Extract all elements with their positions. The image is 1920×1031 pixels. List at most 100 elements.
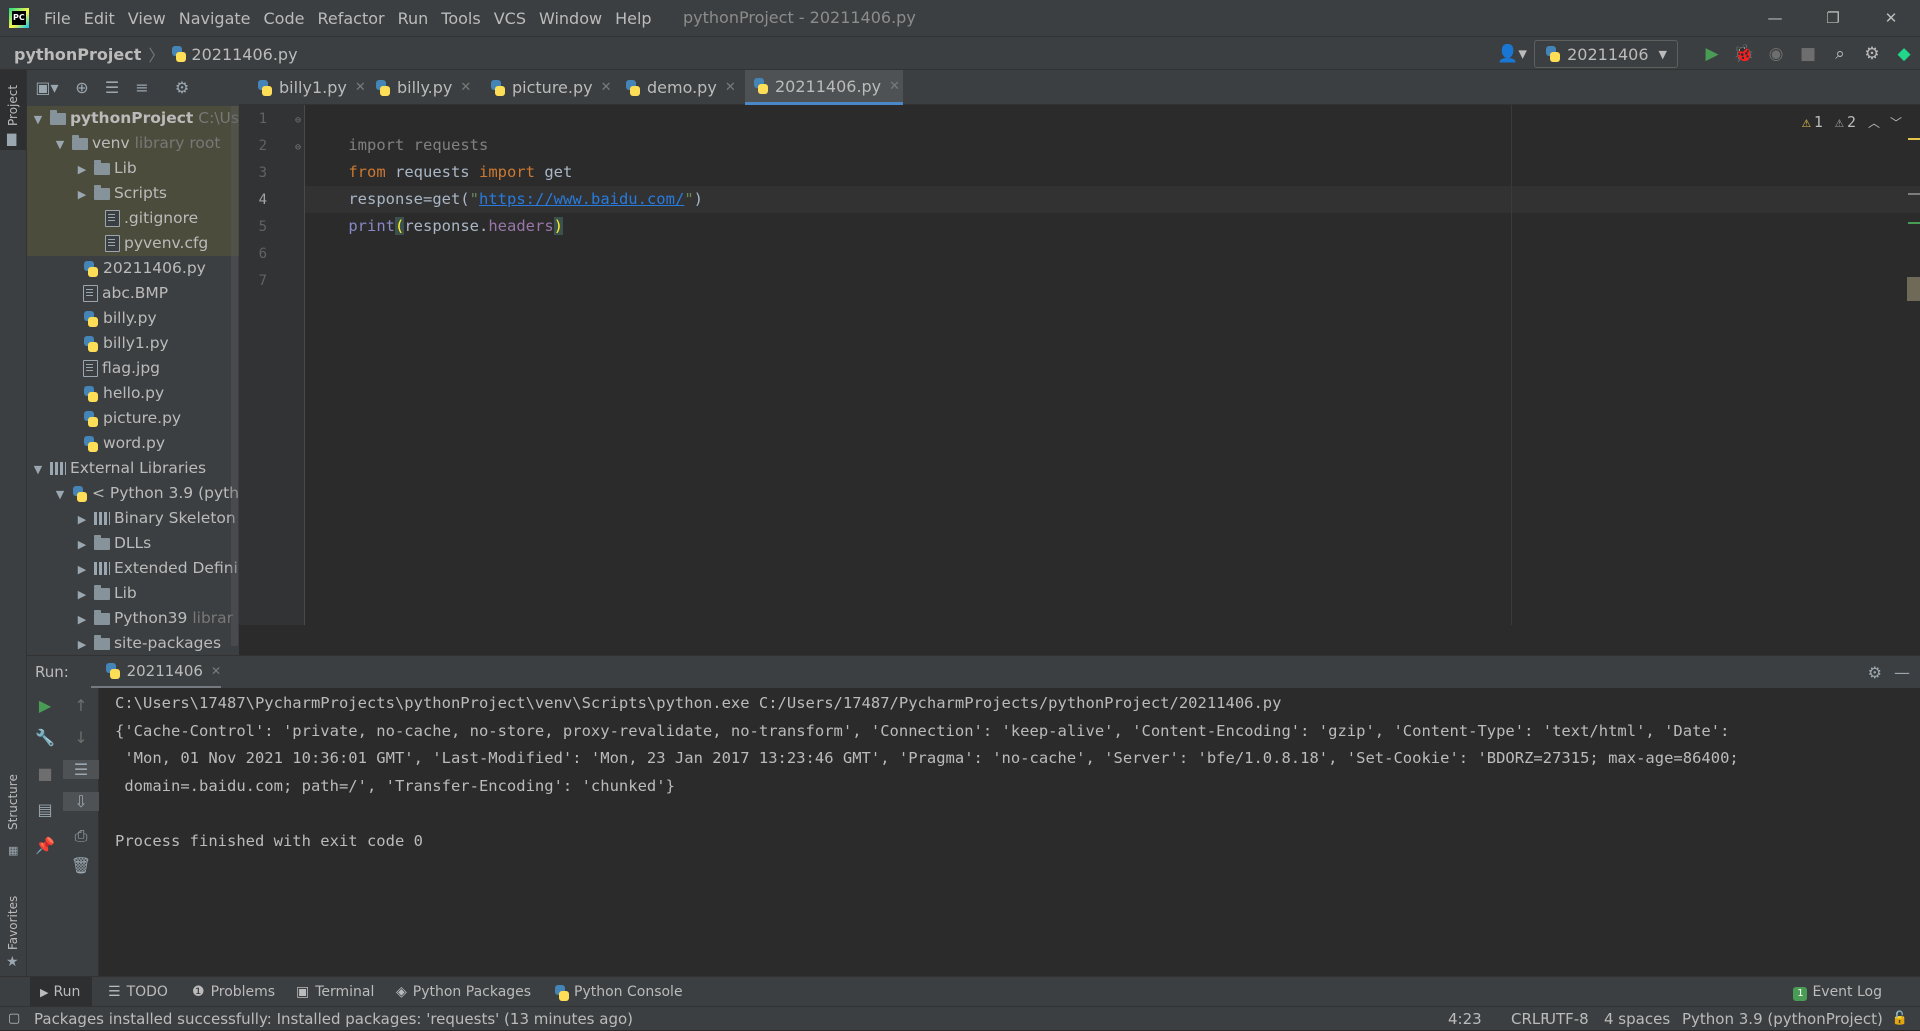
account-icon[interactable]: 👤▾ xyxy=(1490,44,1534,64)
menu-run[interactable]: Run xyxy=(398,9,429,28)
menu-view[interactable]: View xyxy=(128,9,166,28)
chevron-down-icon[interactable]: ▼ xyxy=(53,482,67,507)
lock-icon[interactable]: 🔓 xyxy=(1892,1007,1908,1031)
jetbrains-toolbox-icon[interactable]: ◆ xyxy=(1888,44,1920,64)
project-scrollbar[interactable] xyxy=(231,106,238,646)
menu-file[interactable]: File xyxy=(44,9,71,28)
favorites-tool-label[interactable]: Favorites xyxy=(6,896,20,950)
tree-node-extended-definitions[interactable]: ▶ Extended Defini xyxy=(27,556,239,581)
indent-setting[interactable]: 4 spaces xyxy=(1604,1007,1670,1031)
tab-20211406[interactable]: 20211406.py ✕ xyxy=(745,70,903,105)
options-gear-icon[interactable]: ⚙ xyxy=(167,78,197,97)
chevron-right-icon[interactable]: ▶ xyxy=(75,557,89,582)
menu-window[interactable]: Window xyxy=(539,9,602,28)
tree-node-site-packages[interactable]: ▶ site-packages xyxy=(27,631,239,655)
layout-icon[interactable]: ▤ xyxy=(27,800,63,819)
tree-node-lib[interactable]: ▶ Lib xyxy=(27,581,239,606)
tree-node-file[interactable]: hello.py xyxy=(27,381,239,406)
run-configuration-selector[interactable]: 20211406 ▼ xyxy=(1534,40,1678,68)
tree-node-file[interactable]: flag.jpg xyxy=(27,356,239,381)
breadcrumb-file[interactable]: 20211406.py xyxy=(191,45,297,64)
tree-node-file[interactable]: abc.BMP xyxy=(27,281,239,306)
run-console[interactable]: C:\Users\17487\PycharmProjects\pythonPro… xyxy=(27,688,1920,976)
project-tool-label[interactable]: Project xyxy=(6,85,20,126)
tree-node-file[interactable]: billy1.py xyxy=(27,331,239,356)
chevron-right-icon[interactable]: ▶ xyxy=(75,532,89,557)
menu-navigate[interactable]: Navigate xyxy=(179,9,251,28)
chevron-down-icon[interactable]: ﹀ xyxy=(1890,114,1902,131)
search-icon[interactable]: ⌕ xyxy=(1824,44,1856,64)
chevron-right-icon[interactable]: ▶ xyxy=(75,607,89,632)
chevron-down-icon[interactable]: ▼ xyxy=(31,107,45,132)
code-editor[interactable]: import requests from requests import get… xyxy=(305,105,1920,625)
collapse-all-icon[interactable]: ≡ xyxy=(127,78,157,97)
tree-node-external-libraries[interactable]: ▼ External Libraries xyxy=(27,456,239,481)
stop-icon[interactable]: ■ xyxy=(1792,44,1824,64)
expand-all-icon[interactable]: ☰ xyxy=(97,78,127,97)
tab-picture[interactable]: picture.py ✕ xyxy=(482,70,612,105)
tree-node-dlls[interactable]: ▶ DLLs xyxy=(27,531,239,556)
tab-billy1[interactable]: billy1.py ✕ xyxy=(249,70,366,105)
chevron-right-icon[interactable]: ▶ xyxy=(75,157,89,182)
debug-icon[interactable]: 🐞 xyxy=(1728,44,1760,64)
tree-node-python39-sdk[interactable]: ▼ < Python 3.9 (pyth xyxy=(27,481,239,506)
settings-gear-icon[interactable]: ⚙ xyxy=(1856,44,1888,64)
menu-refactor[interactable]: Refactor xyxy=(317,9,384,28)
menu-edit[interactable]: Edit xyxy=(84,9,115,28)
tool-button-todo[interactable]: ☰ TODO xyxy=(108,977,168,1007)
error-stripe-marker[interactable] xyxy=(1908,193,1920,195)
tree-node-python39[interactable]: ▶ Python39 librar xyxy=(27,606,239,631)
tool-button-problems[interactable]: ❶ Problems xyxy=(192,977,275,1007)
scroll-to-end-icon[interactable]: ⇩ xyxy=(63,792,99,811)
settings-gear-icon[interactable]: ⚙ xyxy=(1868,656,1882,689)
error-stripe-marker[interactable] xyxy=(1908,138,1920,140)
tree-node-file[interactable]: 20211406.py xyxy=(27,256,239,281)
close-tab-icon[interactable]: ✕ xyxy=(211,664,221,678)
fold-marker-icon[interactable]: ⊖ xyxy=(295,115,301,126)
fold-marker-icon[interactable]: ⊖ xyxy=(295,142,301,153)
rerun-icon[interactable]: ▶ xyxy=(27,696,63,715)
tree-node-project-root[interactable]: ▼ pythonProject C:\Us xyxy=(27,106,239,131)
restore-icon[interactable]: ❐ xyxy=(1804,0,1862,36)
print-icon[interactable]: ⎙ xyxy=(63,826,99,846)
run-icon[interactable]: ▶ xyxy=(1696,44,1728,64)
panel-toggle-icon[interactable]: ▢ xyxy=(8,1007,20,1031)
chevron-right-icon[interactable]: ▶ xyxy=(75,582,89,607)
stop-icon[interactable]: ■ xyxy=(27,764,63,783)
hide-panel-icon[interactable]: — xyxy=(1894,656,1910,689)
chevron-down-icon[interactable]: ▼ xyxy=(31,457,45,482)
tool-button-terminal[interactable]: ▣ Terminal xyxy=(296,977,374,1007)
run-tab[interactable]: 20211406 ✕ xyxy=(91,656,221,689)
wrench-icon[interactable]: 🔧 xyxy=(27,728,63,747)
tree-node-venv[interactable]: ▼ venv library root xyxy=(27,131,239,156)
close-tab-icon[interactable]: ✕ xyxy=(601,80,612,95)
tree-node-scripts[interactable]: ▶ Scripts xyxy=(27,181,239,206)
close-tab-icon[interactable]: ✕ xyxy=(725,80,736,95)
tree-node-file[interactable]: word.py xyxy=(27,431,239,456)
breadcrumb-project[interactable]: pythonProject xyxy=(14,45,141,64)
python-interpreter[interactable]: Python 3.9 (pythonProject) xyxy=(1682,1007,1883,1031)
coverage-icon[interactable]: ◉ xyxy=(1760,44,1792,64)
view-mode-icon[interactable]: ▣▾ xyxy=(27,78,67,97)
tree-node-pyvenv[interactable]: pyvenv.cfg xyxy=(27,231,239,256)
tab-billy[interactable]: billy.py ✕ xyxy=(367,70,471,105)
line-separator[interactable]: CRLF xyxy=(1511,1007,1549,1031)
close-tab-icon[interactable]: ✕ xyxy=(889,79,900,94)
tool-button-python-console[interactable]: Python Console xyxy=(554,977,683,1007)
chevron-up-icon[interactable]: ︿ xyxy=(1868,114,1880,131)
arrow-down-icon[interactable]: ↓ xyxy=(63,728,99,747)
trash-icon[interactable]: 🗑 xyxy=(63,856,99,875)
menu-vcs[interactable]: VCS xyxy=(494,9,526,28)
tree-node-gitignore[interactable]: .gitignore xyxy=(27,206,239,231)
tool-button-run[interactable]: ▶ Run xyxy=(30,977,92,1007)
status-message[interactable]: Packages installed successfully: Install… xyxy=(34,1007,633,1031)
error-stripe-marker[interactable] xyxy=(1908,222,1920,224)
file-encoding[interactable]: UTF-8 xyxy=(1545,1007,1589,1031)
menu-code[interactable]: Code xyxy=(264,9,305,28)
chevron-right-icon[interactable]: ▶ xyxy=(75,182,89,207)
tree-node-lib[interactable]: ▶ Lib xyxy=(27,156,239,181)
close-tab-icon[interactable]: ✕ xyxy=(355,80,366,95)
close-tab-icon[interactable]: ✕ xyxy=(460,80,471,95)
tool-button-python-packages[interactable]: ◈ Python Packages xyxy=(396,977,531,1007)
minimize-icon[interactable]: — xyxy=(1746,0,1804,36)
